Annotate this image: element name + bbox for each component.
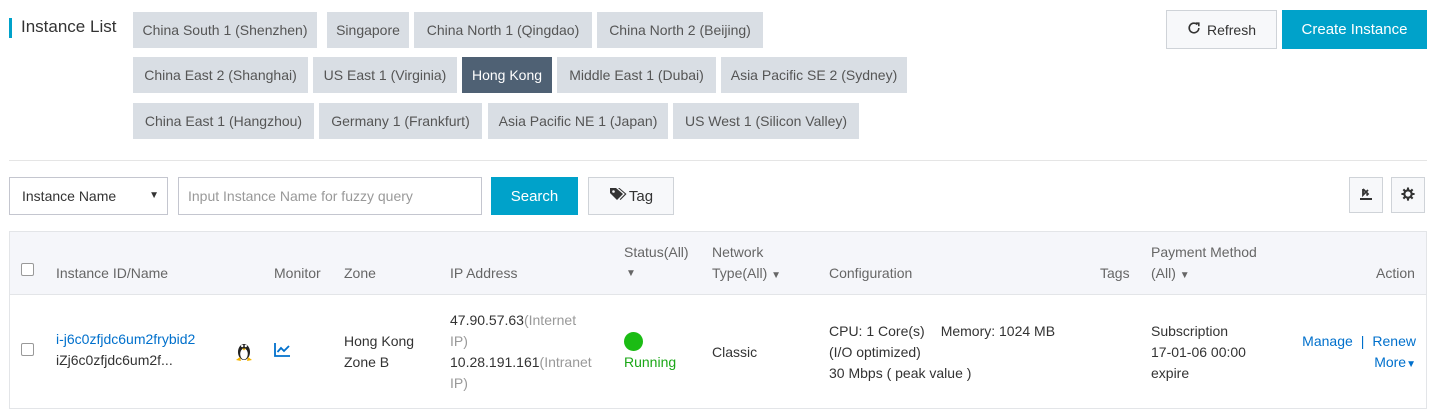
caret-down-icon: ▼ xyxy=(771,270,782,281)
zone-region: Hong Kong xyxy=(344,333,415,349)
region-tab-asia-pacific-se-2[interactable]: Asia Pacific SE 2 (Sydney) xyxy=(721,57,907,93)
tag-button[interactable]: Tag xyxy=(588,177,674,215)
caret-down-icon: ▼ xyxy=(149,190,159,201)
header-payment-method[interactable]: Payment Method (All) ▼ xyxy=(1151,242,1257,286)
page-title: Instance List xyxy=(21,17,117,36)
public-ip-note-2: IP) xyxy=(450,333,468,349)
settings-button[interactable] xyxy=(1391,177,1425,213)
region-tab-china-south-1[interactable]: China South 1 (Shenzhen) xyxy=(133,12,317,48)
table-row: i-j6c0zfjdc6um2frybid2 iZj6c0zfjdc6um2f.… xyxy=(10,296,1426,409)
config-cpu: CPU: 1 Core(s) xyxy=(829,323,925,339)
instance-table: Instance ID/Name Monitor Zone IP Address… xyxy=(9,231,1427,409)
caret-down-icon: ▼ xyxy=(1179,270,1190,281)
caret-down-icon: ▼ xyxy=(1406,359,1416,370)
configuration-cell: CPU: 1 Core(s) Memory: 1024 MB (I/O optim… xyxy=(829,321,1055,384)
renew-link[interactable]: Renew xyxy=(1372,333,1416,349)
header-payment-label-1: Payment Method xyxy=(1151,244,1257,260)
zone-cell: Hong Kong Zone B xyxy=(344,331,414,373)
private-ip: 10.28.191.161 xyxy=(450,354,540,370)
header-zone: Zone xyxy=(344,265,376,281)
public-ip: 47.90.57.63 xyxy=(450,312,524,328)
header-payment-label-2: (All) xyxy=(1151,265,1176,281)
table-header: Instance ID/Name Monitor Zone IP Address… xyxy=(10,232,1426,295)
filter-field-select[interactable]: Instance Name ▼ xyxy=(9,177,168,215)
header-monitor: Monitor xyxy=(274,265,321,281)
search-button[interactable]: Search xyxy=(491,177,578,215)
region-tab-us-east-1[interactable]: US East 1 (Virginia) xyxy=(313,57,457,93)
instance-id-link[interactable]: i-j6c0zfjdc6um2frybid2 xyxy=(56,329,195,350)
search-input[interactable] xyxy=(178,177,482,215)
gear-icon xyxy=(1401,186,1415,204)
header-network-label-2: Type(All) xyxy=(712,265,768,281)
linux-icon xyxy=(234,340,254,368)
ip-cell: 47.90.57.63(Internet IP) 10.28.191.161(I… xyxy=(450,310,615,394)
tag-label: Tag xyxy=(628,187,654,205)
network-type-cell: Classic xyxy=(712,344,758,360)
region-tab-germany-1[interactable]: Germany 1 (Frankfurt) xyxy=(319,103,482,139)
region-tab-hong-kong[interactable]: Hong Kong xyxy=(462,57,552,93)
config-bandwidth: 30 Mbps ( peak value ) xyxy=(829,365,972,381)
header-ip: IP Address xyxy=(450,265,518,281)
region-tab-middle-east-1[interactable]: Middle East 1 (Dubai) xyxy=(557,57,716,93)
filter-field-value: Instance Name xyxy=(22,188,117,204)
more-actions-dropdown[interactable]: More▼ xyxy=(1302,352,1416,375)
region-tab-china-north-1[interactable]: China North 1 (Qingdao) xyxy=(414,12,592,48)
header-status-label: Status(All) xyxy=(624,244,689,260)
monitor-chart-icon[interactable] xyxy=(274,342,291,363)
payment-type: Subscription xyxy=(1151,323,1229,339)
status-cell: Running xyxy=(624,331,676,373)
refresh-icon xyxy=(1187,21,1201,38)
action-cell: Manage | Renew More▼ xyxy=(1302,331,1416,375)
more-label: More xyxy=(1374,354,1407,370)
region-tab-china-north-2[interactable]: China North 2 (Beijing) xyxy=(597,12,763,48)
row-checkbox[interactable] xyxy=(21,343,34,356)
select-all-checkbox[interactable] xyxy=(21,263,34,276)
status-text: Running xyxy=(624,354,677,370)
create-instance-button[interactable]: Create Instance xyxy=(1282,10,1427,49)
header-instance: Instance ID/Name xyxy=(56,265,169,281)
config-memory: Memory: 1024 MB xyxy=(940,323,1056,339)
instance-id-cell: i-j6c0zfjdc6um2frybid2 iZj6c0zfjdc6um2f.… xyxy=(56,329,195,371)
region-tab-china-east-1[interactable]: China East 1 (Hangzhou) xyxy=(133,103,314,139)
header-network-label-1: Network xyxy=(712,244,764,260)
region-tab-china-east-2[interactable]: China East 2 (Shanghai) xyxy=(133,57,308,93)
private-ip-note-2: IP) xyxy=(450,375,468,391)
title-accent-bar xyxy=(9,18,12,38)
region-tab-asia-pacific-ne-1[interactable]: Asia Pacific NE 1 (Japan) xyxy=(488,103,668,139)
section-divider xyxy=(9,160,1427,161)
refresh-label: Refresh xyxy=(1206,21,1257,38)
header-network-type[interactable]: Network Type(All) ▼ xyxy=(712,242,781,286)
payment-cell: Subscription 17-01-06 00:00 expire xyxy=(1151,321,1246,384)
region-tab-singapore[interactable]: Singapore xyxy=(327,12,409,48)
zone-name: Zone B xyxy=(344,354,390,370)
payment-expiry: 17-01-06 00:00 xyxy=(1151,344,1246,360)
export-icon xyxy=(1359,187,1373,204)
status-dot-icon xyxy=(624,332,643,351)
payment-expire-label: expire xyxy=(1151,365,1190,381)
caret-down-icon: ▼ xyxy=(626,268,636,279)
public-ip-note: (Internet xyxy=(523,312,577,328)
refresh-button[interactable]: Refresh xyxy=(1166,10,1277,49)
config-io: (I/O optimized) xyxy=(829,344,921,360)
private-ip-note: (Intranet xyxy=(539,354,592,370)
header-action: Action xyxy=(1376,265,1415,281)
export-button[interactable] xyxy=(1349,177,1383,213)
region-tab-us-west-1[interactable]: US West 1 (Silicon Valley) xyxy=(673,103,859,139)
manage-link[interactable]: Manage xyxy=(1302,333,1353,349)
header-status[interactable]: Status(All) ▼ xyxy=(624,242,689,284)
instance-name: iZj6c0zfjdc6um2f... xyxy=(56,352,173,368)
header-tags: Tags xyxy=(1100,265,1130,281)
action-separator: | xyxy=(1360,333,1365,349)
tag-icon xyxy=(609,187,627,205)
header-configuration: Configuration xyxy=(829,265,913,281)
